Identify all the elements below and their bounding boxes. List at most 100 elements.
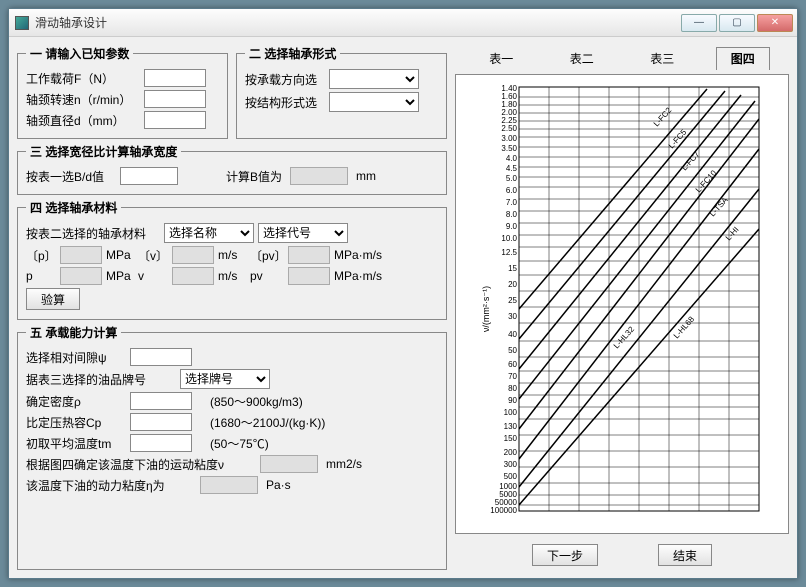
tab-table3[interactable]: 表三 (635, 47, 689, 70)
svg-text:500: 500 (504, 472, 518, 481)
svg-text:3.00: 3.00 (501, 134, 517, 143)
section-params-legend: 一 请输入已知参数 (26, 45, 133, 62)
pv-label: pv (250, 269, 284, 283)
v-unit: m/s (218, 269, 246, 283)
b-value-output (290, 167, 348, 185)
material-name-select[interactable]: 选择名称 (164, 223, 254, 243)
maximize-button[interactable]: ▢ (719, 14, 755, 32)
svg-text:70: 70 (508, 372, 517, 381)
psi-label: 选择相对间隙ψ (26, 349, 126, 366)
tm-label: 初取平均温度tm (26, 435, 126, 452)
pv-allow-label: 〔pv〕 (250, 247, 284, 264)
tm-range: (50～75℃) (210, 435, 269, 452)
svg-text:30: 30 (508, 312, 517, 321)
next-button[interactable]: 下一步 (532, 544, 598, 566)
material-code-select[interactable]: 选择代号 (258, 223, 348, 243)
svg-text:12.5: 12.5 (501, 248, 517, 257)
tab-table2[interactable]: 表二 (555, 47, 609, 70)
load-label: 工作载荷F（N） (26, 70, 140, 87)
rho-input[interactable] (130, 392, 192, 410)
svg-text:80: 80 (508, 384, 517, 393)
p-allow-label: 〔p〕 (26, 247, 56, 264)
v-output (172, 267, 214, 285)
svg-text:8.0: 8.0 (506, 210, 518, 219)
chart-area[interactable]: 1.401.601.80 2.002.252.50 3.003.504.0 4.… (455, 74, 789, 534)
nu-unit: mm2/s (326, 457, 362, 471)
speed-label: 轴颈转速n（r/min） (26, 91, 140, 108)
end-button[interactable]: 结束 (658, 544, 712, 566)
v-allow-output (172, 246, 214, 264)
bd-label: 按表一选B/d值 (26, 168, 116, 185)
left-panel: 一 请输入已知参数 工作载荷F（N） 轴颈转速n（r/min） 轴颈直径d（mm… (17, 45, 447, 570)
load-input[interactable] (144, 69, 206, 87)
section-width-legend: 三 选择宽径比计算轴承宽度 (26, 143, 181, 160)
app-icon (15, 16, 29, 30)
bottom-buttons: 下一步 结束 (455, 534, 789, 570)
by-struct-label: 按结构形式选 (245, 94, 325, 111)
tab-table1[interactable]: 表一 (474, 47, 528, 70)
pv-unit: MPa·m/s (334, 269, 382, 283)
tabs: 表一 表二 表三 图四 (455, 45, 789, 72)
svg-text:90: 90 (508, 396, 517, 405)
chart-ylabel: ν/(mm²·s⁻¹) (481, 286, 491, 332)
v-label: v (138, 269, 168, 283)
svg-text:100000: 100000 (490, 506, 517, 515)
svg-text:20: 20 (508, 280, 517, 289)
window-title: 滑动轴承设计 (35, 14, 679, 31)
section-bearing-form-legend: 二 选择轴承形式 (245, 45, 340, 62)
cp-input[interactable] (130, 413, 192, 431)
p-unit: MPa (106, 269, 134, 283)
svg-text:50: 50 (508, 346, 517, 355)
svg-text:40: 40 (508, 330, 517, 339)
svg-text:4.5: 4.5 (506, 164, 518, 173)
eta-unit: Pa·s (266, 478, 291, 492)
v-allow-label: 〔v〕 (138, 247, 168, 264)
svg-text:25: 25 (508, 296, 517, 305)
nu-label: 根据图四确定该温度下油的运动粘度ν (26, 456, 256, 473)
svg-text:6.0: 6.0 (506, 186, 518, 195)
psi-input[interactable] (130, 348, 192, 366)
by-struct-select[interactable] (329, 92, 419, 112)
tab-figure4[interactable]: 图四 (716, 47, 770, 70)
oil-label: 据表三选择的油品牌号 (26, 371, 176, 388)
pv-allow-unit: MPa·m/s (334, 248, 382, 262)
nu-output (260, 455, 318, 473)
v-allow-unit: m/s (218, 248, 246, 262)
b-calc-label: 计算B值为 (226, 168, 282, 185)
app-window: 滑动轴承设计 — ▢ ✕ 一 请输入已知参数 工作载荷F（N） 轴颈转速n（r/… (8, 8, 798, 579)
tm-input[interactable] (130, 434, 192, 452)
b-unit: mm (356, 169, 376, 183)
section-material: 四 选择轴承材料 按表二选择的轴承材料 选择名称 选择代号 〔p〕 MPa 〔v… (17, 199, 447, 320)
rho-label: 确定密度ρ (26, 393, 126, 410)
section-capacity: 五 承载能力计算 选择相对间隙ψ 据表三选择的油品牌号 选择牌号 确定密度ρ (… (17, 324, 447, 570)
svg-text:10.0: 10.0 (501, 234, 517, 243)
cp-label: 比定压热容Cp (26, 414, 126, 431)
svg-text:4.0: 4.0 (506, 154, 518, 163)
svg-text:200: 200 (504, 448, 518, 457)
content: 一 请输入已知参数 工作载荷F（N） 轴颈转速n（r/min） 轴颈直径d（mm… (9, 37, 797, 578)
cp-range: (1680～2100J/(kg·K)) (210, 414, 325, 431)
speed-input[interactable] (144, 90, 206, 108)
p-label: p (26, 269, 56, 283)
minimize-button[interactable]: — (681, 14, 717, 32)
svg-text:100: 100 (504, 408, 518, 417)
section-capacity-legend: 五 承载能力计算 (26, 324, 121, 341)
by-load-select[interactable] (329, 69, 419, 89)
close-button[interactable]: ✕ (757, 14, 793, 32)
rho-range: (850～900kg/m3) (210, 393, 303, 410)
svg-text:2.50: 2.50 (501, 124, 517, 133)
pv-output (288, 267, 330, 285)
eta-label: 该温度下油的动力粘度η为 (26, 477, 196, 494)
diameter-input[interactable] (144, 111, 206, 129)
svg-text:60: 60 (508, 360, 517, 369)
viscosity-chart: 1.401.601.80 2.002.252.50 3.003.504.0 4.… (477, 79, 767, 519)
by-load-label: 按承载方向选 (245, 71, 325, 88)
svg-text:3.50: 3.50 (501, 144, 517, 153)
section-material-legend: 四 选择轴承材料 (26, 199, 121, 216)
svg-text:300: 300 (504, 460, 518, 469)
bd-input[interactable] (120, 167, 178, 185)
section-width: 三 选择宽径比计算轴承宽度 按表一选B/d值 计算B值为 mm (17, 143, 447, 195)
oil-select[interactable]: 选择牌号 (180, 369, 270, 389)
p-output (60, 267, 102, 285)
verify-button[interactable]: 验算 (26, 288, 80, 310)
